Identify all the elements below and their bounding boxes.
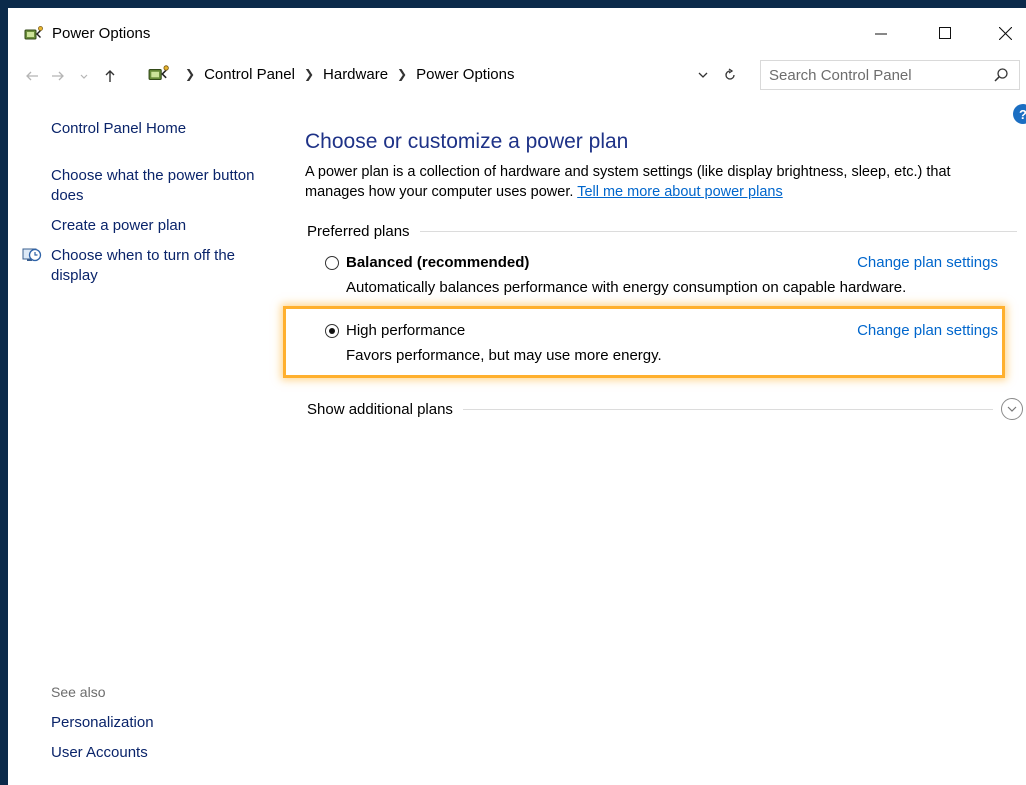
page-title: Choose or customize a power plan (305, 130, 629, 153)
see-also-heading: See also (51, 684, 106, 700)
close-icon (998, 26, 1012, 40)
back-button[interactable] (22, 66, 42, 86)
address-history-button[interactable] (694, 66, 712, 84)
arrow-left-icon (26, 71, 38, 81)
plan-high-performance-change-settings-link[interactable]: Change plan settings (857, 321, 998, 341)
breadcrumb: ❯ Control Panel ❯ Hardware ❯ Power Optio… (148, 60, 740, 88)
show-additional-plans-row[interactable]: Show additional plans (307, 397, 1023, 421)
chevron-right-icon[interactable]: ❯ (304, 67, 314, 81)
plan-high-performance: High performance Change plan settings Fa… (323, 321, 998, 371)
expand-button[interactable] (1001, 398, 1023, 420)
minimize-icon (875, 33, 887, 35)
refresh-button[interactable] (720, 65, 740, 85)
control-panel-icon (148, 65, 169, 81)
search-input[interactable] (769, 65, 979, 85)
minimize-button[interactable] (860, 18, 902, 48)
search-box (760, 60, 1020, 90)
window-left-border (0, 0, 8, 785)
plan-high-performance-radio[interactable] (325, 324, 339, 338)
sidebar-item-control-panel-home[interactable]: Control Panel Home (51, 119, 186, 139)
breadcrumb-control-panel[interactable]: Control Panel (204, 66, 295, 83)
sidebar-item-turn-off-display[interactable]: Choose when to turn off the display (51, 246, 261, 286)
display-clock-icon (22, 248, 42, 262)
plan-balanced-name[interactable]: Balanced (recommended) (346, 253, 529, 273)
chevron-right-icon[interactable]: ❯ (185, 67, 195, 81)
sidebar: Control Panel Home Choose what the power… (8, 92, 278, 785)
chevron-right-icon[interactable]: ❯ (397, 67, 407, 81)
refresh-icon (725, 68, 735, 80)
search-icon[interactable] (993, 67, 1009, 83)
title-bar: Power Options (8, 8, 1026, 58)
plan-high-performance-description: Favors performance, but may use more ene… (346, 347, 662, 364)
show-additional-plans-label[interactable]: Show additional plans (307, 401, 453, 418)
window-top-border (0, 0, 1026, 8)
plan-balanced-radio[interactable] (325, 256, 339, 270)
power-options-icon (24, 26, 43, 40)
power-options-window: Power Options ❯ Control Panel ❯ Hardware… (0, 0, 1026, 785)
forward-button[interactable] (48, 66, 68, 86)
breadcrumb-power-options[interactable]: Power Options (416, 66, 514, 83)
plan-balanced-description: Automatically balances performance with … (346, 279, 907, 296)
sidebar-item-power-button[interactable]: Choose what the power button does (51, 166, 271, 206)
plan-balanced-change-settings-link[interactable]: Change plan settings (857, 253, 998, 273)
close-button[interactable] (984, 18, 1026, 48)
learn-more-link[interactable]: Tell me more about power plans (577, 184, 783, 200)
maximize-button[interactable] (924, 18, 966, 48)
up-button[interactable] (100, 66, 120, 86)
plan-high-performance-name[interactable]: High performance (346, 321, 465, 341)
chevron-down-icon (1007, 406, 1017, 412)
recent-locations-button[interactable] (74, 66, 94, 86)
address-bar: ❯ Control Panel ❯ Hardware ❯ Power Optio… (8, 58, 1026, 92)
arrow-right-icon (52, 71, 64, 81)
main-content: Choose or customize a power plan A power… (278, 92, 1023, 785)
intro-paragraph: A power plan is a collection of hardware… (305, 162, 1005, 202)
preferred-plans-label: Preferred plans (307, 222, 410, 240)
sidebar-item-create-power-plan[interactable]: Create a power plan (51, 216, 186, 236)
plan-balanced: Balanced (recommended) Change plan setti… (323, 253, 998, 303)
sidebar-item-personalization[interactable]: Personalization (51, 713, 154, 733)
window-title: Power Options (52, 25, 151, 42)
chevron-down-icon (698, 72, 708, 78)
preferred-plans-header: Preferred plans (307, 221, 1017, 241)
divider (419, 230, 1017, 232)
chevron-down-icon (80, 74, 88, 79)
maximize-icon (939, 27, 951, 39)
breadcrumb-hardware[interactable]: Hardware (323, 66, 388, 83)
arrow-up-icon (105, 70, 115, 82)
sidebar-item-user-accounts[interactable]: User Accounts (51, 743, 148, 763)
divider (462, 408, 993, 410)
